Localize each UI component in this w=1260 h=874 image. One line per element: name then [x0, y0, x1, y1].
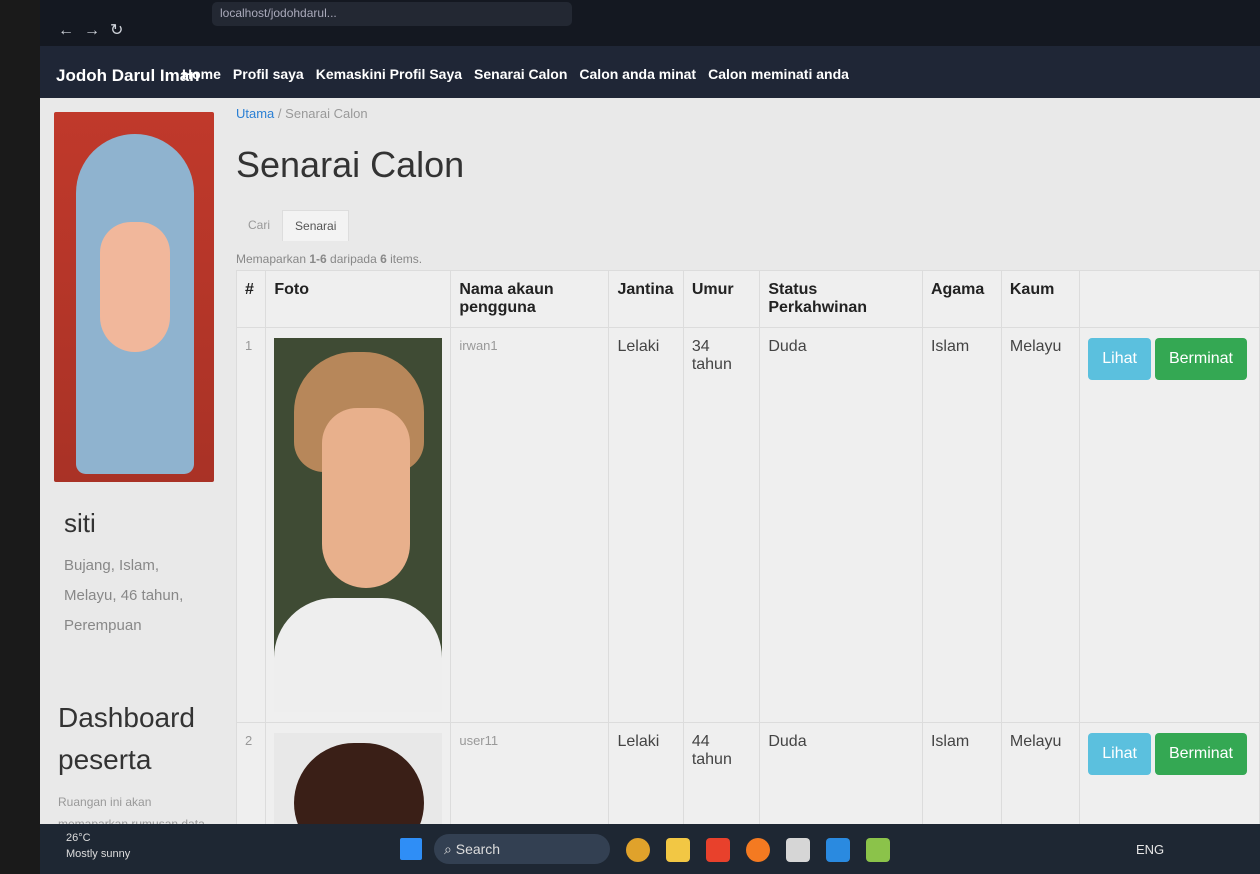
interest-button[interactable]: Berminat	[1154, 338, 1247, 380]
row-username: irwan1	[450, 327, 610, 723]
chrome-icon[interactable]	[626, 838, 650, 862]
avatar-face	[100, 222, 170, 352]
firefox-icon[interactable]	[746, 838, 770, 862]
breadcrumb-home-link[interactable]: Utama	[236, 106, 274, 121]
profile-sidebar: siti Bujang, Islam, Melayu, 46 tahun, Pe…	[54, 112, 222, 874]
browser-screen: ←→↻ localhost/jodohdarul... Jodoh Darul …	[40, 0, 1260, 874]
browser-nav-buttons[interactable]: ←→↻	[58, 20, 133, 40]
row-number: 1	[235, 327, 267, 723]
weather-desc: Mostly sunny	[66, 848, 131, 860]
tab-cari[interactable]: Cari	[236, 210, 282, 241]
candidate-photo[interactable]	[274, 338, 443, 712]
breadcrumb: Utama / Senarai Calon	[236, 106, 368, 121]
windows-start-icon[interactable]	[400, 838, 422, 860]
7zip-icon[interactable]	[786, 838, 810, 862]
page-title: Senarai Calon	[236, 144, 465, 185]
view-button[interactable]: Lihat	[1088, 338, 1151, 380]
row-religion: Islam	[921, 327, 1002, 723]
nav-link-calon-anda-minat[interactable]: Calon anda minat	[579, 66, 696, 82]
weather-temp: 26°C	[66, 832, 91, 844]
col-header-age: Umur	[682, 270, 761, 328]
col-header-gender: Jantina	[608, 270, 684, 328]
summary-suffix: items.	[386, 252, 423, 266]
taskbar-search[interactable]: ⌕ Search	[434, 834, 610, 864]
col-header-religion: Agama	[921, 270, 1002, 328]
row-gender: Lelaki	[608, 327, 684, 723]
taskbar-search-label: Search	[455, 841, 501, 857]
nav-link-kemaskini-profil[interactable]: Kemaskini Profil Saya	[316, 66, 462, 82]
view-button[interactable]: Lihat	[1088, 733, 1151, 775]
col-header-actions	[1079, 270, 1260, 328]
profile-info: Bujang, Islam, Melayu, 46 tahun, Perempu…	[64, 557, 184, 634]
nav-link-home[interactable]: Home	[182, 66, 221, 82]
windows-taskbar: 26°C Mostly sunny ⌕ Search ENG	[40, 824, 1260, 874]
col-header-username: Nama akaun pengguna	[450, 270, 610, 328]
candidate-table: # Foto Nama akaun pengguna Jantina Umur …	[235, 270, 1260, 854]
col-header-photo: Foto	[265, 270, 452, 328]
breadcrumb-current: Senarai Calon	[285, 106, 368, 121]
nav-links: Home Profil saya Kemaskini Profil Saya S…	[182, 66, 849, 82]
summary-total: 6	[380, 252, 387, 266]
dashboard-title: Dashboard peserta	[58, 702, 195, 775]
app-navbar: Jodoh Darul Iman Home Profil saya Kemask…	[40, 46, 1260, 98]
table-summary: Memaparkan 1-6 daripada 6 items.	[236, 252, 422, 266]
address-bar[interactable]: localhost/jodohdarul...	[212, 2, 572, 26]
brand-link[interactable]: Jodoh Darul Iman	[56, 66, 200, 86]
browser-chrome: ←→↻ localhost/jodohdarul...	[40, 0, 1260, 46]
taskbar-apps	[626, 838, 890, 862]
table-header-row: # Foto Nama akaun pengguna Jantina Umur …	[235, 270, 1260, 328]
table-row: 1 irwan1 Lelaki 34 tahun Duda Islam Mela…	[235, 327, 1260, 723]
file-explorer-icon[interactable]	[666, 838, 690, 862]
breadcrumb-separator: /	[277, 106, 282, 121]
row-photo-cell	[265, 327, 452, 723]
col-header-number: #	[235, 270, 267, 328]
nav-link-profil-saya[interactable]: Profil saya	[233, 66, 304, 82]
row-marital: Duda	[759, 327, 923, 723]
col-header-race: Kaum	[1000, 270, 1081, 328]
notepad-icon[interactable]	[866, 838, 890, 862]
language-indicator[interactable]: ENG	[1136, 842, 1164, 857]
photo-shirt	[274, 598, 443, 712]
vscode-icon[interactable]	[826, 838, 850, 862]
row-age: 34 tahun	[682, 327, 761, 723]
tab-senarai[interactable]: Senarai	[282, 210, 350, 241]
tabs: Cari Senarai	[236, 210, 350, 241]
col-header-marital: Status Perkahwinan	[759, 270, 923, 328]
profile-name: siti	[64, 508, 96, 538]
summary-mid: daripada	[326, 252, 381, 266]
photo-face	[322, 408, 411, 588]
summary-range: 1-6	[309, 252, 327, 266]
main-content: Utama / Senarai Calon Senarai Calon Cari…	[235, 100, 1260, 854]
row-actions: Lihat Berminat	[1079, 327, 1260, 723]
git-icon[interactable]	[706, 838, 730, 862]
profile-avatar	[54, 112, 214, 482]
row-race: Melayu	[1000, 327, 1081, 723]
summary-prefix: Memaparkan	[236, 252, 310, 266]
nav-link-calon-meminati-anda[interactable]: Calon meminati anda	[708, 66, 849, 82]
weather-widget[interactable]: 26°C Mostly sunny	[66, 830, 130, 862]
nav-link-senarai-calon[interactable]: Senarai Calon	[474, 66, 567, 82]
interest-button[interactable]: Berminat	[1154, 733, 1247, 775]
